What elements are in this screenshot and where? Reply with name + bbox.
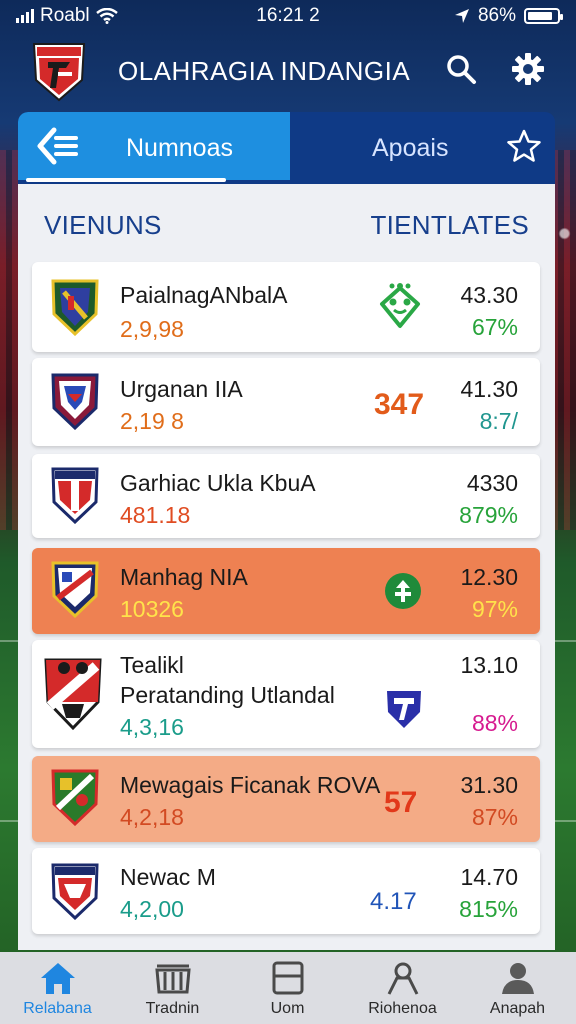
win-percent: 815% — [459, 896, 518, 922]
team-crest-icon — [51, 561, 99, 618]
odds-value: 4330 — [466, 470, 518, 496]
tab-apoais[interactable]: Apoais — [372, 134, 448, 163]
column-header-left: VIENUNS — [44, 210, 162, 240]
team-score: 2,19 8 — [120, 408, 184, 434]
team-score: 4,2,00 — [120, 896, 184, 922]
search-icon[interactable] — [444, 52, 478, 86]
nav-label: Anapah — [489, 1000, 546, 1017]
team-score: 481.18 — [120, 502, 191, 528]
team-name: PaialnagANbalA — [120, 282, 288, 308]
club-logo[interactable] — [32, 40, 86, 102]
battery-fill — [528, 12, 553, 20]
team-crest-icon — [51, 373, 99, 430]
match-panel: VIENUNS TIENTLATES PaialnagANbalA 2,9,98… — [18, 184, 555, 950]
match-card[interactable]: Garhiac Ukla KbuA 481.18 4330 879% — [32, 454, 540, 538]
team-score: 2,9,98 — [120, 316, 184, 342]
nav-item-home[interactable]: Relabana — [0, 952, 115, 1024]
nav-label: Relabana — [23, 1000, 92, 1017]
odds-value: 31.30 — [460, 772, 518, 798]
team-name: Newac M — [120, 864, 216, 890]
nav-label: Uom — [270, 1000, 305, 1017]
person-outline-icon — [387, 962, 419, 995]
odds-value: 13.10 — [460, 652, 518, 678]
win-percent: 879% — [459, 502, 518, 528]
stadium-icon — [155, 964, 191, 994]
match-card[interactable]: Newac M 4,2,00 4.17 14.70 815% — [32, 848, 540, 934]
odds-value: 12.30 — [460, 564, 518, 590]
location-arrow-icon — [454, 9, 469, 23]
app-title: OLAHRAGIA INDANGIA — [118, 56, 411, 86]
team-name: Tealikl — [120, 652, 184, 678]
nav-item-profile[interactable]: Riohenoa — [345, 952, 460, 1024]
nav-item-stadium[interactable]: Tradnin — [115, 952, 230, 1024]
user-icon — [502, 963, 534, 994]
match-card[interactable]: PaialnagANbalA 2,9,98 43.30 67% — [32, 262, 540, 352]
status-bar: Roabl 16:21 2 86% — [0, 0, 576, 34]
list-back-icon — [37, 127, 78, 165]
match-count: 57 — [384, 786, 418, 819]
nav-item-tablet[interactable]: Uom — [230, 952, 345, 1024]
match-card-highlighted[interactable]: Manhag NIA 10326 12.30 97% — [32, 548, 540, 634]
column-header-right: TIENTLATES — [370, 210, 529, 240]
nav-label: Tradnin — [145, 1000, 200, 1017]
team-crest-icon — [51, 769, 99, 826]
win-percent: 97% — [471, 596, 518, 622]
tablet-icon — [272, 961, 304, 995]
team-crest-icon — [51, 279, 99, 336]
odds-value: 14.70 — [460, 864, 518, 890]
tab-bar: Numnoas Apoais — [18, 112, 555, 184]
tab-label-active: Numnoas — [126, 134, 233, 162]
match-card[interactable]: Urganan IIA 2,19 8 347 41.30 8:7/ — [32, 358, 540, 446]
win-percent: 8:7/ — [479, 408, 518, 434]
gear-icon[interactable] — [511, 52, 545, 86]
battery-icon — [524, 8, 563, 24]
tab-underline — [26, 178, 226, 182]
team-name: Mewagais Ficanak ROVA — [120, 772, 381, 798]
match-card-highlighted[interactable]: Mewagais Ficanak ROVA 4,2,18 57 31.30 87… — [32, 756, 540, 842]
win-percent: 88% — [471, 710, 518, 736]
bottom-nav: Relabana Tradnin Uom Riohenoa Anapah — [0, 952, 576, 1024]
odds-value: 43.30 — [460, 282, 518, 308]
app-header: OLAHRAGIA INDANGIA — [0, 34, 576, 110]
match-card[interactable]: Tealikl Peratanding Utlandal 4,3,16 13.1… — [32, 640, 540, 748]
team-name: Urganan IIA — [120, 376, 243, 402]
team-score: 4,3,16 — [120, 714, 184, 740]
blue-shield-icon — [387, 691, 421, 728]
battery-percent: 86% — [477, 5, 516, 26]
team-crest-icon — [51, 467, 99, 524]
team-crest-icon — [44, 658, 102, 731]
nav-item-account[interactable]: Anapah — [460, 952, 575, 1024]
green-alien-icon — [380, 283, 420, 328]
tab-numnoas[interactable]: Numnoas — [18, 112, 290, 182]
team-crest-icon — [51, 863, 99, 920]
green-plus-badge-icon — [385, 573, 421, 609]
win-percent: 87% — [471, 804, 518, 830]
team-name-secondary: Peratanding Utlandal — [120, 682, 335, 708]
star-icon[interactable] — [506, 128, 542, 164]
match-count: 4.17 — [370, 888, 417, 915]
home-icon — [41, 963, 75, 994]
odds-value: 41.30 — [460, 376, 518, 402]
team-name: Garhiac Ukla KbuA — [120, 470, 316, 496]
match-count: 347 — [374, 388, 425, 421]
team-name: Manhag NIA — [120, 564, 248, 590]
team-score: 4,2,18 — [120, 804, 184, 830]
win-percent: 67% — [471, 314, 518, 340]
team-score: 10326 — [120, 596, 184, 622]
nav-label: Riohenoa — [368, 1000, 437, 1017]
